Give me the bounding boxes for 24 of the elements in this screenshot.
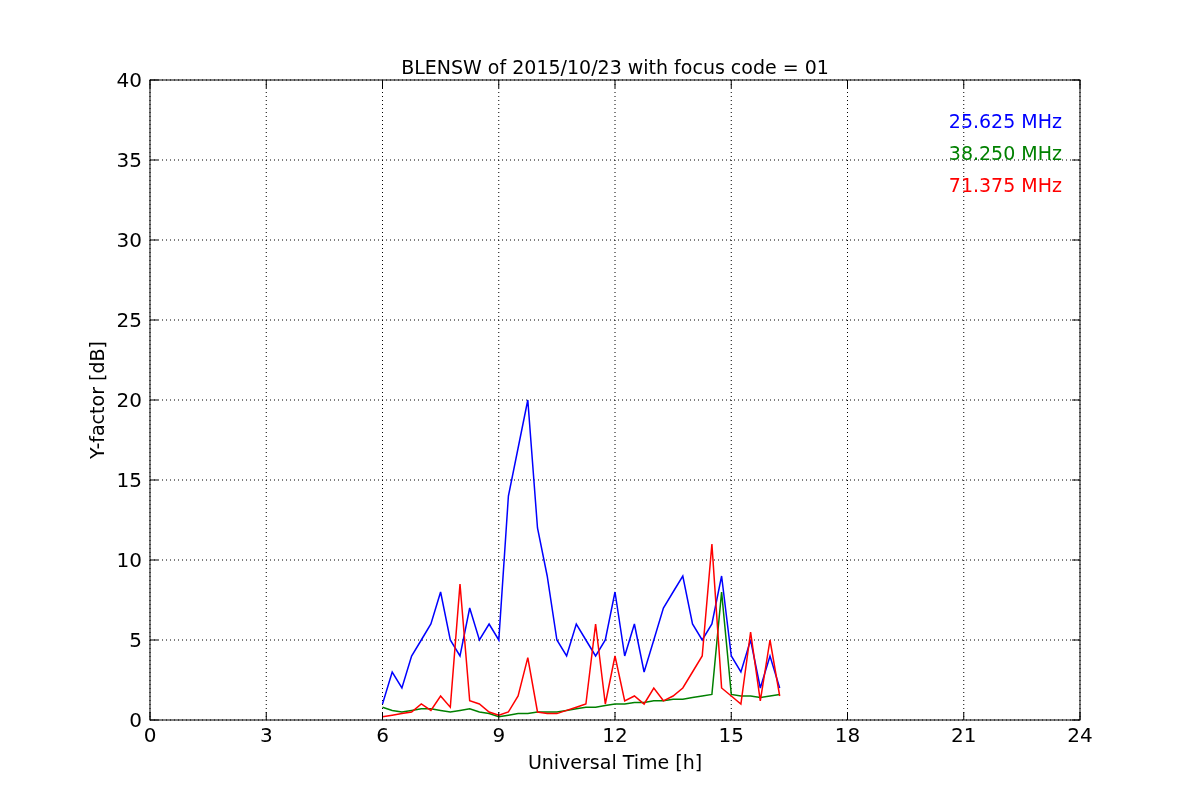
x-tick-label: 21 [951,723,977,747]
x-tick-label: 6 [376,723,389,747]
y-tick-label: 35 [116,148,142,172]
x-tick-label: 3 [259,723,273,747]
y-tick-label: 10 [116,548,142,572]
chart-title: BLENSW of 2015/10/23 with focus code = 01 [401,56,829,78]
y-tick-label: 40 [116,68,142,92]
y-tick-label: 15 [116,468,142,492]
y-axis-title: Y-factor [dB] [86,341,108,459]
legend-label: 71.375 MHz [948,174,1062,196]
y-tick-label: 30 [116,228,142,252]
x-tick-label: 0 [143,723,157,747]
legend-label: 38.250 MHz [948,142,1062,164]
x-tick-label: 24 [1067,723,1093,747]
x-tick-label: 12 [602,723,628,747]
x-tick-label: 18 [834,723,861,747]
y-tick-label: 25 [116,308,142,332]
y-tick-label: 20 [116,388,142,412]
y-tick-label: 5 [129,628,142,652]
y-tick-label: 0 [129,708,142,732]
legend-label: 25.625 MHz [948,110,1062,132]
x-tick-label: 15 [718,723,744,747]
x-tick-label: 9 [492,723,506,747]
x-axis-title: Universal Time [h] [527,751,703,773]
